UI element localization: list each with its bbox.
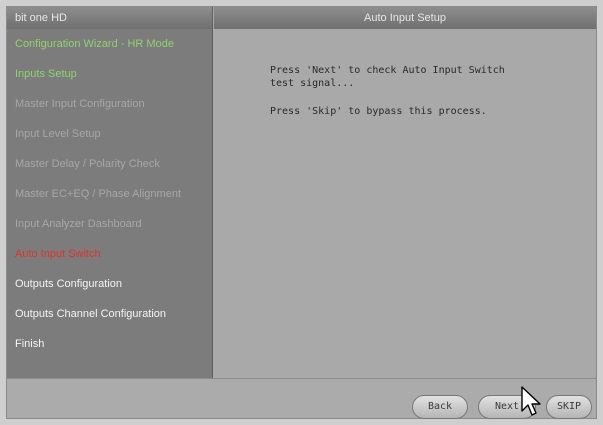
instruction-next-text: Press 'Next' to check Auto Input Switch …: [270, 65, 505, 89]
sidebar-item-input-level-setup[interactable]: Input Level Setup: [7, 119, 212, 149]
sidebar-item-outputs-configuration[interactable]: Outputs Configuration: [7, 269, 212, 299]
sidebar-item-master-eq-phase-alignment[interactable]: Master EC+EQ / Phase Alignment: [7, 179, 212, 209]
mouse-pointer-icon: [521, 386, 541, 416]
sidebar-item-master-delay-polarity-check[interactable]: Master Delay / Polarity Check: [7, 149, 212, 179]
wizard-window: bit one HD Auto Input Setup Configuratio…: [6, 6, 597, 419]
sidebar-item-configuration-wizard[interactable]: Configuration Wizard - HR Mode: [7, 29, 212, 59]
instruction-skip-text: Press 'Skip' to bypass this process.: [270, 106, 487, 117]
sidebar-item-inputs-setup[interactable]: Inputs Setup: [7, 59, 212, 89]
sidebar-item-outputs-channel-configuration[interactable]: Outputs Channel Configuration: [7, 299, 212, 329]
wizard-steps-sidebar: Configuration Wizard - HR Mode Inputs Se…: [7, 29, 213, 378]
app-title: bit one HD: [7, 7, 213, 29]
sidebar-item-auto-input-switch[interactable]: Auto Input Switch: [7, 239, 212, 269]
sidebar-item-input-analyzer-dashboard[interactable]: Input Analyzer Dashboard: [7, 209, 212, 239]
sidebar-item-finish[interactable]: Finish: [7, 329, 212, 359]
back-button[interactable]: Back: [412, 395, 468, 419]
main-content-panel: Press 'Next' to check Auto Input Switch …: [214, 29, 596, 378]
button-bar: Back Next SKIP: [7, 378, 596, 419]
sidebar-item-master-input-configuration[interactable]: Master Input Configuration: [7, 89, 212, 119]
skip-button[interactable]: SKIP: [546, 395, 592, 419]
page-title: Auto Input Setup: [214, 7, 596, 29]
